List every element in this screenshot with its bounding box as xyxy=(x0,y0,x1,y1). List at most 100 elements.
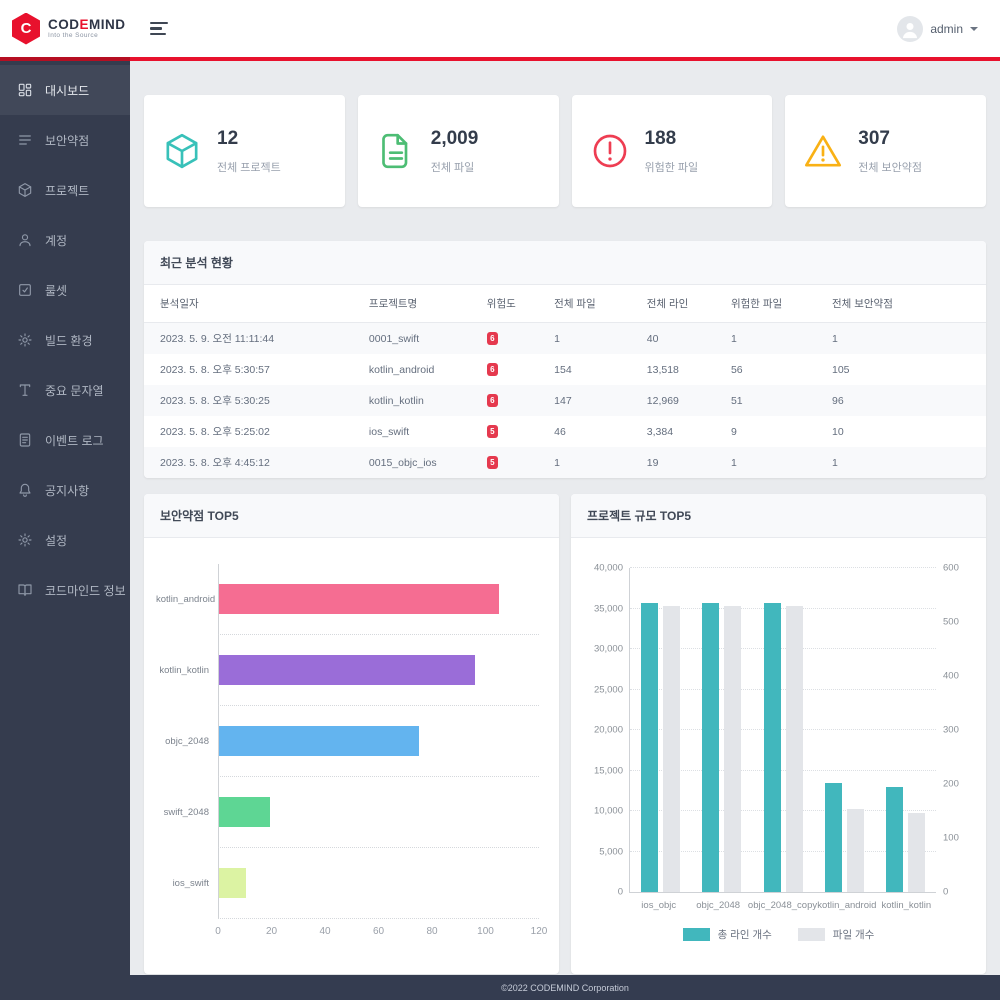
sidebar-item-1[interactable]: 보안약점 xyxy=(0,115,130,165)
recent-analysis-panel: 최근 분석 현황 분석일자프로젝트명위험도전체 파일전체 라인위험한 파일전체 … xyxy=(144,241,986,478)
stat-card-1: 2,009전체 파일 xyxy=(358,95,559,207)
sidebar-item-label: 이벤트 로그 xyxy=(45,432,104,449)
x-tick-label: 40 xyxy=(319,926,330,937)
cell-weaknesses: 1 xyxy=(826,323,986,355)
sidebar-item-4[interactable]: 룰셋 xyxy=(0,265,130,315)
recent-analysis-title: 최근 분석 현황 xyxy=(144,241,986,285)
x-tick-label: 0 xyxy=(215,926,221,937)
left-axis-tick: 25,000 xyxy=(594,684,623,695)
left-axis-tick: 0 xyxy=(618,887,623,898)
vbar-category-axis: ios_objcobjc_2048objc_2048_copykotlin_an… xyxy=(629,900,936,911)
left-axis-tick: 5,000 xyxy=(599,846,623,857)
avatar xyxy=(897,16,923,42)
weakness-top5-title: 보안약점 TOP5 xyxy=(144,494,559,538)
sidebar-item-2[interactable]: 프로젝트 xyxy=(0,165,130,215)
table-row[interactable]: 2023. 5. 8. 오후 5:30:57kotlin_android6154… xyxy=(144,354,986,385)
cell-project: 0001_swift xyxy=(363,323,481,355)
sidebar-item-7[interactable]: 이벤트 로그 xyxy=(0,415,130,465)
vbar-bar xyxy=(663,606,680,892)
vbar-group xyxy=(752,568,813,892)
cell-date: 2023. 5. 8. 오후 4:45:12 xyxy=(144,447,363,478)
stat-card-2: 188위험한 파일 xyxy=(572,95,773,207)
table-row[interactable]: 2023. 5. 8. 오후 4:45:120015_objc_ios51191… xyxy=(144,447,986,478)
cell-lines: 19 xyxy=(641,447,725,478)
cell-date: 2023. 5. 8. 오후 5:25:02 xyxy=(144,416,363,447)
legend-item: 파일 개수 xyxy=(798,927,875,942)
stat-label: 전체 보안약점 xyxy=(858,159,922,175)
sidebar-item-3[interactable]: 계정 xyxy=(0,215,130,265)
menu-icon[interactable] xyxy=(146,18,172,40)
alert-circle-icon xyxy=(590,131,630,171)
hbar-bar xyxy=(219,868,246,898)
hbar-row: swift_2048 xyxy=(156,777,539,848)
stat-cards-row: 12 전체 프로젝트 2,009전체 파일188위험한 파일307전체 보안약점 xyxy=(144,95,986,207)
risk-badge: 6 xyxy=(487,363,498,376)
vbar-category-label: objc_2048_copy xyxy=(748,900,817,911)
risk-badge: 5 xyxy=(487,425,498,438)
table-row[interactable]: 2023. 5. 8. 오후 5:25:02ios_swift5463,3849… xyxy=(144,416,986,447)
legend-label: 파일 개수 xyxy=(833,927,875,942)
cell-date: 2023. 5. 8. 오후 5:30:57 xyxy=(144,354,363,385)
sidebar-item-0[interactable]: 대시보드 xyxy=(0,65,130,115)
brand-text: CODEMIND xyxy=(48,18,126,33)
table-row[interactable]: 2023. 5. 9. 오전 11:11:440001_swift614011 xyxy=(144,323,986,355)
left-axis-tick: 40,000 xyxy=(594,563,623,574)
x-tick-label: 80 xyxy=(426,926,437,937)
book-icon xyxy=(17,582,33,598)
sidebar-item-8[interactable]: 공지사항 xyxy=(0,465,130,515)
right-axis-tick: 200 xyxy=(943,779,959,790)
cell-dangerous: 9 xyxy=(725,416,826,447)
vbar-category-label: kotlin_kotlin xyxy=(877,900,936,911)
sidebar-item-label: 계정 xyxy=(45,232,67,249)
vbar-plot-area: 05,00010,00015,00020,00025,00030,00035,0… xyxy=(629,568,936,893)
vbar-bar xyxy=(641,603,658,892)
main-content: 12 전체 프로젝트 2,009전체 파일188위험한 파일307전체 보안약점 최… xyxy=(130,61,1000,975)
hbar-bar xyxy=(219,655,475,685)
stat-label: 전체 프로젝트 xyxy=(217,159,281,175)
hbar-category-label: objc_2048 xyxy=(156,736,218,747)
user-icon xyxy=(17,232,33,248)
codemind-logo-icon: C xyxy=(12,13,40,45)
hbar-category-label: kotlin_android xyxy=(156,594,218,605)
cell-files: 1 xyxy=(548,447,641,478)
cell-dangerous: 1 xyxy=(725,447,826,478)
text-icon xyxy=(17,382,33,398)
stat-card-3: 307전체 보안약점 xyxy=(785,95,986,207)
vbar-group xyxy=(630,568,691,892)
hbar-bar xyxy=(219,797,270,827)
vbar-bar xyxy=(702,603,719,892)
legend-label: 총 라인 개수 xyxy=(718,927,772,942)
stat-value: 12 xyxy=(217,128,281,150)
sidebar-item-5[interactable]: 빌드 환경 xyxy=(0,315,130,365)
vbar-bar xyxy=(825,783,842,892)
ruleset-icon xyxy=(17,282,33,298)
sidebar-item-6[interactable]: 중요 문자열 xyxy=(0,365,130,415)
hbar-row: kotlin_android xyxy=(156,564,539,635)
charts-row: 보안약점 TOP5 kotlin_androidkotlin_kotlinobj… xyxy=(144,494,986,974)
cell-date: 2023. 5. 8. 오후 5:30:25 xyxy=(144,385,363,416)
logo[interactable]: C CODEMIND Into the Source xyxy=(0,0,130,57)
sidebar-item-9[interactable]: 설정 xyxy=(0,515,130,565)
x-tick-label: 20 xyxy=(266,926,277,937)
sidebar-item-label: 룰셋 xyxy=(45,282,67,299)
cell-files: 1 xyxy=(548,323,641,355)
table-column-header: 전체 보안약점 xyxy=(826,285,986,323)
table-column-header: 전체 라인 xyxy=(641,285,725,323)
vbar-category-label: objc_2048 xyxy=(688,900,747,911)
dashboard-icon xyxy=(17,82,33,98)
recent-analysis-table: 분석일자프로젝트명위험도전체 파일전체 라인위험한 파일전체 보안약점 2023… xyxy=(144,285,986,478)
user-menu[interactable]: admin xyxy=(897,16,978,42)
cell-weaknesses: 10 xyxy=(826,416,986,447)
sidebar-item-10[interactable]: 코드마인드 정보 xyxy=(0,565,130,615)
file-icon xyxy=(376,131,416,171)
hbar-category-label: kotlin_kotlin xyxy=(156,665,218,676)
cell-weaknesses: 105 xyxy=(826,354,986,385)
sidebar-item-label: 빌드 환경 xyxy=(45,332,93,349)
table-column-header: 위험한 파일 xyxy=(725,285,826,323)
brand-tagline: Into the Source xyxy=(48,32,126,39)
vbar-groups xyxy=(630,568,936,892)
cell-project: kotlin_kotlin xyxy=(363,385,481,416)
vbar-bar xyxy=(764,603,781,892)
sidebar-item-label: 중요 문자열 xyxy=(45,382,104,399)
table-row[interactable]: 2023. 5. 8. 오후 5:30:25kotlin_kotlin61471… xyxy=(144,385,986,416)
